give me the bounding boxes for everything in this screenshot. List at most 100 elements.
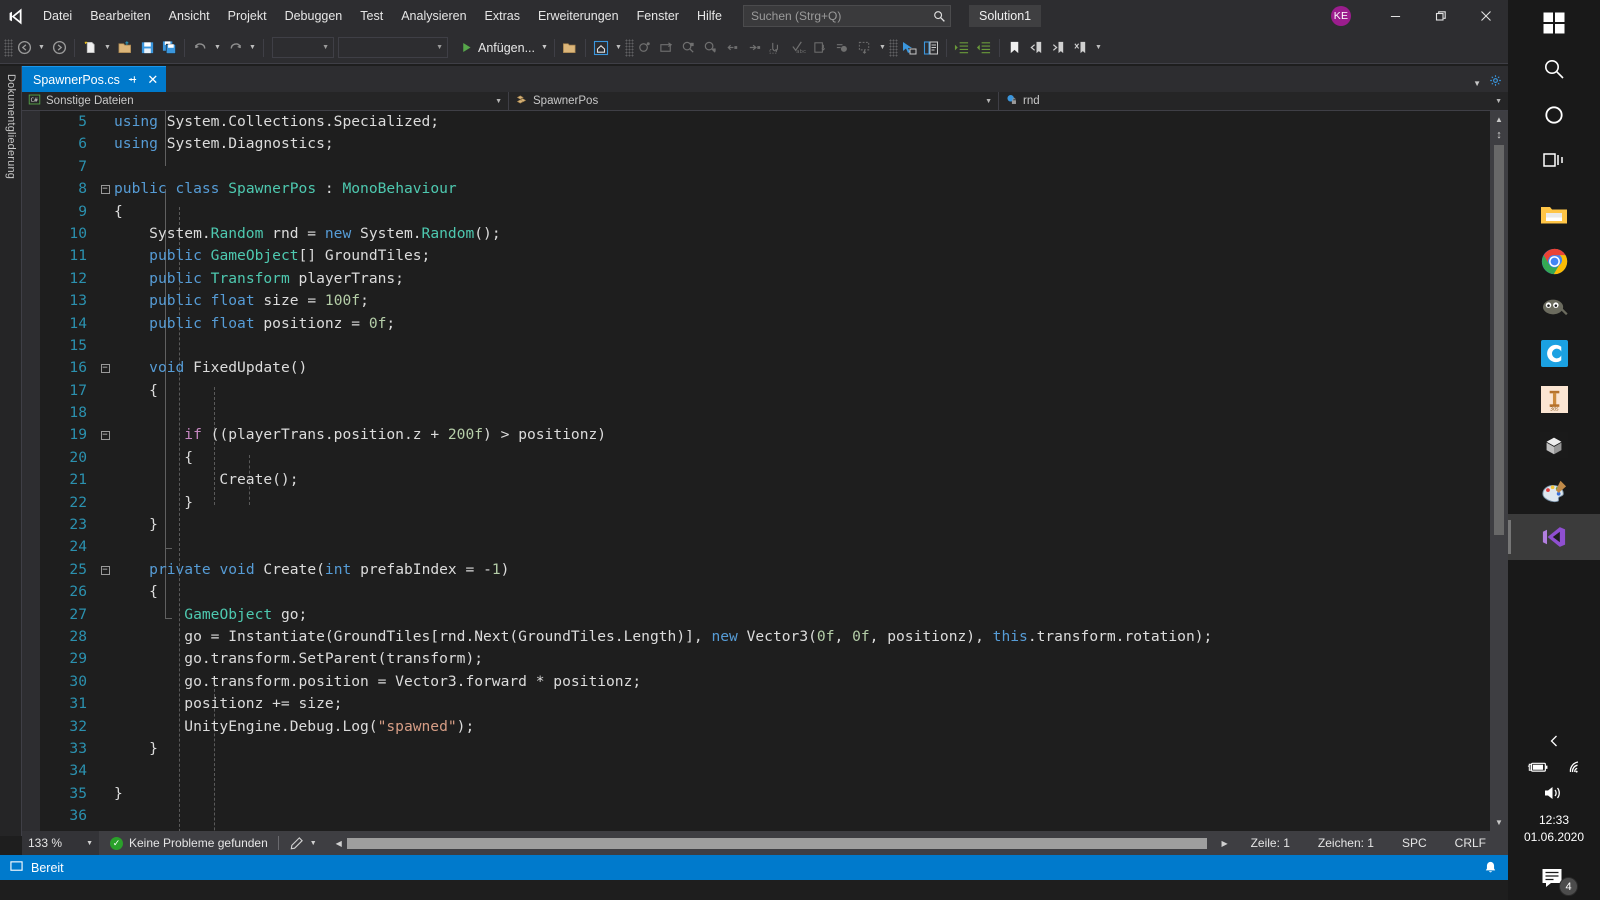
code-line[interactable]: 21 Create(); bbox=[40, 469, 1490, 491]
close-icon[interactable]: ✕ bbox=[145, 73, 161, 86]
navbar-type-combo[interactable]: SpawnerPos ▼ bbox=[509, 91, 999, 111]
paint-button[interactable] bbox=[1508, 468, 1600, 514]
peek-definition-icon[interactable] bbox=[920, 36, 942, 60]
code-line[interactable]: 5 using System.Collections.Specialized; bbox=[40, 111, 1490, 133]
undo-dropdown-icon[interactable]: ▼ bbox=[211, 36, 224, 60]
code-line[interactable]: 9{ bbox=[40, 201, 1490, 223]
editor-vertical-scrollbar[interactable]: ▲ ↕ ▼ bbox=[1490, 111, 1508, 831]
file-explorer-button[interactable] bbox=[1508, 192, 1600, 238]
tray-expand-row[interactable] bbox=[1508, 728, 1600, 754]
problems-indicator[interactable]: ✓ Keine Probleme gefunden bbox=[100, 836, 278, 850]
toolbar-grip[interactable] bbox=[4, 38, 13, 57]
toolbar-grip[interactable] bbox=[624, 38, 634, 57]
code-text[interactable]: public GameObject[] GroundTiles; bbox=[114, 245, 1490, 267]
visual-studio-button[interactable] bbox=[1508, 514, 1600, 560]
previous-bookmark-icon[interactable] bbox=[1026, 36, 1048, 60]
unity-button[interactable] bbox=[1508, 422, 1600, 468]
scroll-split-handle[interactable]: ↕ bbox=[1493, 129, 1505, 143]
code-line[interactable]: 26 { bbox=[40, 581, 1490, 603]
collapse-icon[interactable]: − bbox=[100, 184, 110, 194]
uncomment-selection-icon[interactable] bbox=[832, 36, 854, 60]
code-text[interactable]: go.transform.position = Vector3.forward … bbox=[114, 671, 1490, 693]
code-text[interactable]: using System.Diagnostics; bbox=[114, 133, 1490, 155]
action-center-button[interactable]: 4 bbox=[1508, 856, 1600, 900]
scroll-left-button[interactable]: ◀ bbox=[331, 839, 347, 848]
attach-button[interactable]: Anfügen... ▼ bbox=[456, 36, 550, 60]
line-endings-indicator[interactable]: CRLF bbox=[1441, 836, 1500, 850]
document-outline-panel[interactable]: Dokumentgliederung bbox=[0, 66, 22, 836]
fold-toggle[interactable]: − bbox=[96, 424, 114, 446]
menu-item-hilfe[interactable]: Hilfe bbox=[688, 3, 731, 29]
speaker-icon[interactable] bbox=[1543, 784, 1565, 802]
navigate-forward-icon[interactable] bbox=[48, 36, 70, 60]
new-item-dropdown-icon[interactable]: ▼ bbox=[101, 36, 114, 60]
code-line[interactable]: 32 UnityEngine.Debug.Log("spawned"); bbox=[40, 716, 1490, 738]
code-line[interactable]: 30 go.transform.position = Vector3.forwa… bbox=[40, 671, 1490, 693]
menu-item-test[interactable]: Test bbox=[351, 3, 392, 29]
navigate-back-icon[interactable] bbox=[13, 36, 35, 60]
scrollbar-thumb[interactable] bbox=[1494, 145, 1504, 535]
menu-item-ansicht[interactable]: Ansicht bbox=[160, 3, 219, 29]
code-line[interactable]: 23 } bbox=[40, 514, 1490, 536]
code-line[interactable]: 36 bbox=[40, 805, 1490, 827]
save-icon[interactable] bbox=[136, 36, 158, 60]
cortana-button[interactable] bbox=[1508, 92, 1600, 138]
editor-horizontal-scrollbar[interactable]: ◀ ▶ bbox=[331, 831, 1233, 855]
code-line[interactable]: 8 − public class SpawnerPos : MonoBehaviou… bbox=[40, 178, 1490, 200]
code-text[interactable]: using System.Collections.Specialized; bbox=[114, 111, 1490, 133]
chevron-down-icon[interactable]: ▼ bbox=[1495, 98, 1502, 105]
chevron-down-icon[interactable]: ▼ bbox=[985, 98, 992, 105]
navbar-member-combo[interactable]: rnd ▼ bbox=[999, 92, 1508, 111]
toolbar-grip[interactable] bbox=[888, 38, 898, 57]
decrease-indent-icon[interactable] bbox=[973, 36, 995, 60]
collapse-icon[interactable]: − bbox=[100, 363, 110, 373]
toggle-outlining-icon[interactable] bbox=[854, 36, 876, 60]
chevron-down-icon[interactable]: ▼ bbox=[495, 98, 502, 105]
code-text[interactable]: { bbox=[114, 380, 1490, 402]
google-chrome-button[interactable] bbox=[1508, 238, 1600, 284]
step-out-icon[interactable] bbox=[744, 36, 766, 60]
code-line[interactable]: 22 } bbox=[40, 492, 1490, 514]
scroll-down-button[interactable]: ▼ bbox=[1490, 814, 1508, 831]
open-file-icon[interactable] bbox=[114, 36, 136, 60]
tool-button[interactable]: 3ds bbox=[1508, 376, 1600, 422]
solution-name[interactable]: Solution1 bbox=[968, 5, 1042, 27]
task-view-button[interactable] bbox=[1508, 138, 1600, 184]
code-text[interactable]: public class SpawnerPos : MonoBehaviour bbox=[114, 178, 1490, 200]
code-lines[interactable]: 5 using System.Collections.Specialized; 6 u… bbox=[40, 111, 1490, 831]
comment-selection-icon[interactable] bbox=[810, 36, 832, 60]
menu-item-projekt[interactable]: Projekt bbox=[219, 3, 276, 29]
status-notifications[interactable] bbox=[1483, 860, 1508, 876]
zoom-level-combo[interactable]: 133 % ▼ bbox=[22, 831, 100, 855]
attach-to-process-icon[interactable] bbox=[559, 36, 581, 60]
code-text[interactable]: } bbox=[114, 514, 1490, 536]
battery-charging-icon[interactable] bbox=[1527, 759, 1549, 775]
step-into-icon[interactable] bbox=[722, 36, 744, 60]
toolbar-overflow-icon[interactable]: ▼ bbox=[1092, 36, 1105, 60]
chevron-up-icon[interactable] bbox=[1546, 733, 1562, 749]
insert-snippet-icon[interactable] bbox=[766, 36, 788, 60]
code-line[interactable]: 24 bbox=[40, 536, 1490, 558]
code-line[interactable]: 17 { bbox=[40, 380, 1490, 402]
menu-item-debuggen[interactable]: Debuggen bbox=[276, 3, 352, 29]
code-text[interactable]: go = Instantiate(GroundTiles[rnd.Next(Gr… bbox=[114, 626, 1490, 648]
cinema4d-button[interactable] bbox=[1508, 330, 1600, 376]
configuration-combo[interactable]: ▼ bbox=[272, 37, 334, 58]
collapse-icon[interactable]: − bbox=[100, 565, 110, 575]
menu-item-erweiterungen[interactable]: Erweiterungen bbox=[529, 3, 628, 29]
code-text[interactable]: private void Create(int prefabIndex = -1… bbox=[114, 559, 1490, 581]
code-text[interactable]: public Transform playerTrans; bbox=[114, 268, 1490, 290]
code-text[interactable]: { bbox=[114, 201, 1490, 223]
goto-definition-icon[interactable] bbox=[898, 36, 920, 60]
gimp-button[interactable] bbox=[1508, 284, 1600, 330]
tab-list-dropdown-icon[interactable]: ▼ bbox=[1467, 79, 1487, 88]
hscroll-thumb[interactable] bbox=[346, 837, 1207, 849]
undo-icon[interactable] bbox=[189, 36, 211, 60]
toggle-bookmark-icon[interactable] bbox=[1004, 36, 1026, 60]
code-cleanup-button[interactable]: ▼ bbox=[279, 836, 327, 851]
code-line[interactable]: 29 go.transform.SetParent(transform); bbox=[40, 648, 1490, 670]
minimize-button[interactable] bbox=[1373, 0, 1418, 32]
menu-item-bearbeiten[interactable]: Bearbeiten bbox=[81, 3, 159, 29]
code-text[interactable]: } bbox=[114, 738, 1490, 760]
outlining-dropdown-icon[interactable]: ▼ bbox=[876, 36, 889, 60]
